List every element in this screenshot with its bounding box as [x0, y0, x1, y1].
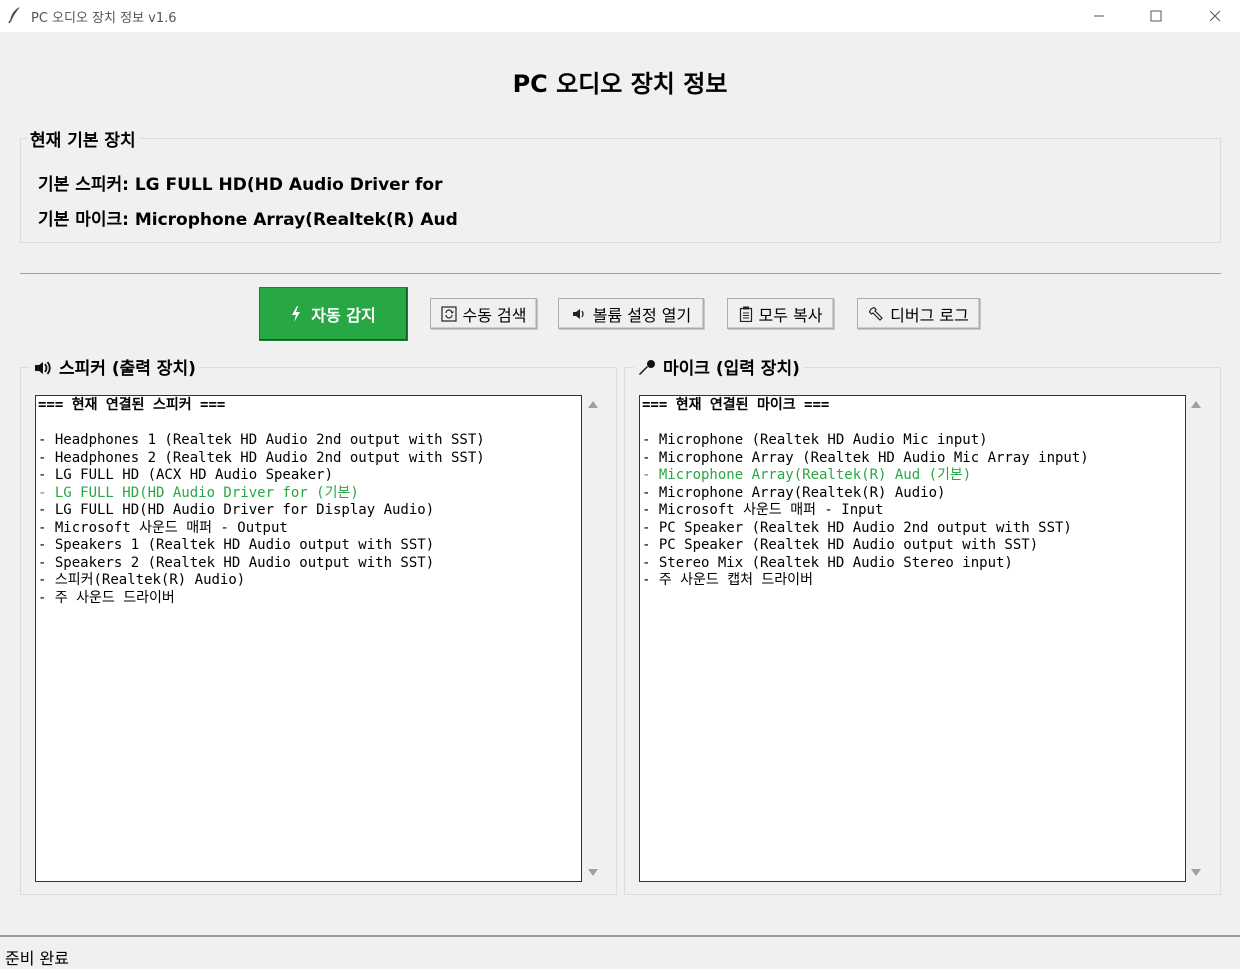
scroll-down-icon[interactable] [588, 869, 598, 876]
speaker-icon [35, 361, 51, 375]
list-item: - PC Speaker (Realtek HD Audio output wi… [642, 537, 1039, 553]
manual-search-label: 수동 검색 [462, 305, 527, 325]
list-item: - 주 사운드 캡처 드라이버 [642, 572, 813, 588]
speakers-list[interactable]: === 현재 연결된 스피커 === - Headphones 1 (Realt… [35, 395, 582, 882]
microphones-group-title: 마이크 (입력 장치) [634, 354, 803, 379]
list-item: - Stereo Mix (Realtek HD Audio Stereo in… [642, 554, 1013, 571]
microphones-group-label: 마이크 (입력 장치) [663, 359, 800, 379]
scroll-up-icon[interactable] [588, 401, 598, 408]
list-item: - Microphone (Realtek HD Audio Mic input… [642, 432, 988, 448]
status-bar: 준비 완료 [0, 935, 1240, 968]
speakers-group-title: 스피커 (출력 장치) [30, 354, 199, 379]
copy-all-button[interactable]: 모두 복사 [727, 298, 834, 329]
volume-settings-button[interactable]: 볼륨 설정 열기 [558, 298, 704, 329]
list-item: - Microphone Array(Realtek(R) Audio) [642, 484, 946, 501]
list-item: - Headphones 1 (Realtek HD Audio 2nd out… [38, 432, 485, 448]
auto-detect-button[interactable]: 자동 감지 [259, 287, 408, 341]
separator [20, 273, 1221, 274]
debug-log-label: 디버그 로그 [890, 305, 969, 325]
feather-icon [8, 7, 20, 24]
manual-search-button[interactable]: 수동 검색 [430, 298, 537, 329]
wrench-icon [868, 306, 884, 321]
current-defaults-title: 현재 기본 장치 [27, 126, 139, 151]
auto-detect-label: 자동 감지 [311, 306, 376, 325]
maximize-button[interactable] [1133, 0, 1179, 32]
close-icon [1209, 10, 1221, 22]
speakers-group-label: 스피커 (출력 장치) [59, 359, 196, 379]
list-item: - LG FULL HD(HD Audio Driver for Display… [38, 502, 435, 518]
list-item: - LG FULL HD (ACX HD Audio Speaker) [38, 467, 334, 483]
default-speaker-label: 기본 스피커: LG FULL HD(HD Audio Driver for [38, 175, 443, 195]
list-item: - 주 사운드 드라이버 [38, 589, 175, 606]
debug-log-button[interactable]: 디버그 로그 [857, 298, 980, 329]
maximize-icon [1150, 10, 1162, 22]
volume-settings-label: 볼륨 설정 열기 [592, 305, 692, 325]
window-title: PC 오디오 장치 정보 v1.6 [31, 11, 177, 26]
list-item: - Microsoft 사운드 매퍼 - Output [38, 519, 288, 536]
window-titlebar: PC 오디오 장치 정보 v1.6 [0, 0, 1240, 32]
list-header: === 현재 연결된 마이크 === [642, 397, 830, 413]
list-header: === 현재 연결된 스피커 === [38, 397, 226, 413]
status-text: 준비 완료 [5, 949, 69, 968]
default-mic-label: 기본 마이크: Microphone Array(Realtek(R) Aud [38, 210, 458, 230]
speaker-icon [572, 308, 584, 319]
copy-all-label: 모두 복사 [758, 305, 823, 325]
scroll-down-icon[interactable] [1191, 869, 1201, 876]
list-item: - Microphone Array (Realtek HD Audio Mic… [642, 449, 1089, 466]
minimize-button[interactable] [1076, 0, 1122, 32]
microphone-icon [639, 360, 655, 375]
list-item: - Headphones 2 (Realtek HD Audio 2nd out… [38, 449, 485, 466]
minimize-icon [1094, 15, 1104, 17]
list-item-default: - LG FULL HD(HD Audio Driver for (기본) [38, 484, 359, 501]
refresh-icon [440, 305, 457, 322]
list-item-default: - Microphone Array(Realtek(R) Aud (기본) [642, 467, 972, 483]
close-button[interactable] [1192, 0, 1238, 32]
clipboard-icon [739, 306, 752, 322]
scroll-up-icon[interactable] [1191, 401, 1201, 408]
lightning-icon [292, 306, 301, 322]
list-item: - PC Speaker (Realtek HD Audio 2nd outpu… [642, 519, 1072, 536]
microphones-list[interactable]: === 현재 연결된 마이크 === - Microphone (Realtek… [639, 395, 1186, 882]
microphones-scrollbar[interactable] [1187, 395, 1204, 882]
list-item: - Microsoft 사운드 매퍼 - Input [642, 502, 884, 518]
speakers-scrollbar[interactable] [584, 395, 601, 882]
list-item: - Speakers 1 (Realtek HD Audio output wi… [38, 537, 435, 553]
list-item: - 스피커(Realtek(R) Audio) [38, 572, 246, 588]
page-title: PC 오디오 장치 정보 [512, 70, 728, 98]
list-item: - Speakers 2 (Realtek HD Audio output wi… [38, 554, 435, 571]
